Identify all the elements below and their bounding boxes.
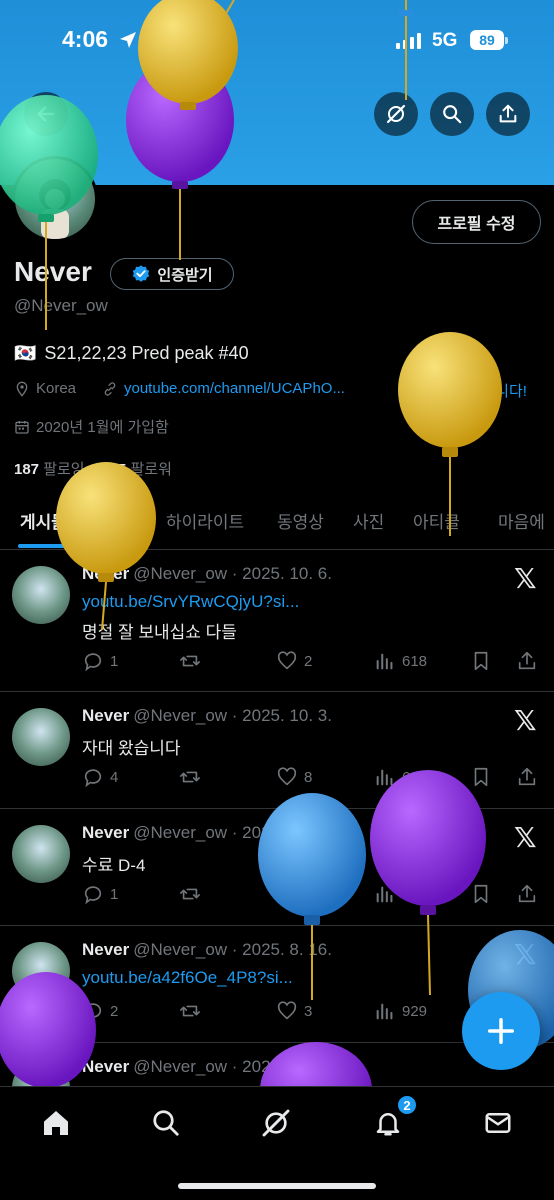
nav-search[interactable] bbox=[146, 1103, 186, 1143]
balloon-yellow bbox=[56, 462, 156, 631]
grok-icon bbox=[262, 1109, 290, 1137]
plus-icon bbox=[488, 1018, 514, 1044]
home-indicator bbox=[178, 1183, 376, 1189]
balloon-green bbox=[0, 95, 98, 330]
search-icon bbox=[153, 1110, 179, 1136]
home-icon bbox=[44, 1111, 68, 1135]
balloon-yellow bbox=[398, 332, 502, 536]
compose-post-button[interactable] bbox=[462, 992, 540, 1070]
nav-grok[interactable] bbox=[256, 1103, 296, 1143]
notification-badge: 2 bbox=[396, 1094, 418, 1116]
mail-icon bbox=[485, 1113, 511, 1133]
balloon-blue-top bbox=[398, 0, 414, 100]
balloon-purple bbox=[0, 972, 96, 1088]
balloon-blue bbox=[258, 793, 366, 1000]
balloon-purple bbox=[370, 770, 486, 996]
nav-home[interactable] bbox=[36, 1103, 76, 1143]
nav-messages[interactable] bbox=[478, 1103, 518, 1143]
